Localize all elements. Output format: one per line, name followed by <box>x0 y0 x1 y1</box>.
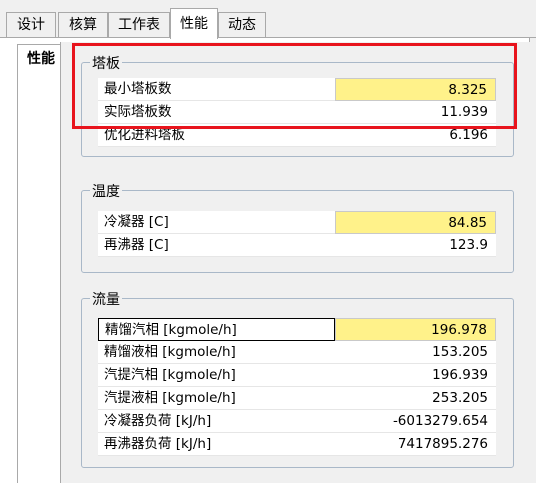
value-cell[interactable]: -6013279.654 <box>335 410 496 433</box>
row-label: 精馏液相 [kgmole/h] <box>98 341 335 364</box>
row-label: 再沸器 [C] <box>98 234 335 257</box>
row-label: 实际塔板数 <box>98 101 335 124</box>
row-label: 汽提液相 [kgmole/h] <box>98 387 335 410</box>
table-row: 精馏液相 [kgmole/h] 153.205 <box>98 341 496 364</box>
tab-rating[interactable]: 核算 <box>58 12 108 38</box>
side-tab-performance[interactable]: 性能 <box>17 44 65 72</box>
flow-group: 流量 精馏汽相 [kgmole/h] 196.978 精馏液相 [kgmole/… <box>81 289 514 468</box>
performance-panel: 性能 塔板 最小塔板数 8.325 实际塔板数 11.939 优化进料塔板 6.… <box>0 38 530 483</box>
table-row: 汽提液相 [kgmole/h] 253.205 <box>98 387 496 410</box>
value-cell[interactable]: 123.9 <box>335 234 496 257</box>
table-row: 再沸器负荷 [kJ/h] 7417895.276 <box>98 433 496 456</box>
row-label: 冷凝器 [C] <box>98 211 335 234</box>
value-cell[interactable]: 6.196 <box>335 124 496 147</box>
group-title-flow: 流量 <box>90 289 122 309</box>
value-cell[interactable]: 196.978 <box>335 318 496 341</box>
row-label: 精馏汽相 [kgmole/h] <box>98 318 335 341</box>
row-label: 冷凝器负荷 [kJ/h] <box>98 410 335 433</box>
table-row: 精馏汽相 [kgmole/h] 196.978 <box>98 318 496 341</box>
temperature-group: 温度 冷凝器 [C] 84.85 再沸器 [C] 123.9 <box>81 181 514 273</box>
value-cell[interactable]: 153.205 <box>335 341 496 364</box>
value-cell[interactable]: 7417895.276 <box>335 433 496 456</box>
table-row: 汽提汽相 [kgmole/h] 196.939 <box>98 364 496 387</box>
table-row: 最小塔板数 8.325 <box>98 78 496 101</box>
trays-group: 塔板 最小塔板数 8.325 实际塔板数 11.939 优化进料塔板 6.196 <box>81 53 514 157</box>
table-row: 优化进料塔板 6.196 <box>98 124 496 147</box>
tab-bar: 设计 核算 工作表 性能 动态 <box>0 0 536 39</box>
group-title-temperature: 温度 <box>90 181 122 201</box>
table-row: 再沸器 [C] 123.9 <box>98 234 496 257</box>
tab-dynamics[interactable]: 动态 <box>218 12 266 38</box>
side-nav-box <box>17 71 65 483</box>
row-label: 汽提汽相 [kgmole/h] <box>98 364 335 387</box>
table-row: 实际塔板数 11.939 <box>98 101 496 124</box>
value-cell[interactable]: 8.325 <box>335 78 496 101</box>
row-label: 再沸器负荷 [kJ/h] <box>98 433 335 456</box>
row-label: 优化进料塔板 <box>98 124 335 147</box>
value-cell[interactable]: 84.85 <box>335 211 496 234</box>
value-cell[interactable]: 253.205 <box>335 387 496 410</box>
content-area: 塔板 最小塔板数 8.325 实际塔板数 11.939 优化进料塔板 6.196… <box>60 42 530 483</box>
tab-worksheet[interactable]: 工作表 <box>108 12 170 38</box>
side-nav: 性能 <box>12 40 65 483</box>
row-label: 最小塔板数 <box>98 78 335 101</box>
group-title-trays: 塔板 <box>90 53 122 73</box>
tab-design[interactable]: 设计 <box>6 12 56 38</box>
value-cell[interactable]: 11.939 <box>335 101 496 124</box>
table-row: 冷凝器 [C] 84.85 <box>98 211 496 234</box>
value-cell[interactable]: 196.939 <box>335 364 496 387</box>
table-row: 冷凝器负荷 [kJ/h] -6013279.654 <box>98 410 496 433</box>
tab-performance[interactable]: 性能 <box>170 8 218 39</box>
